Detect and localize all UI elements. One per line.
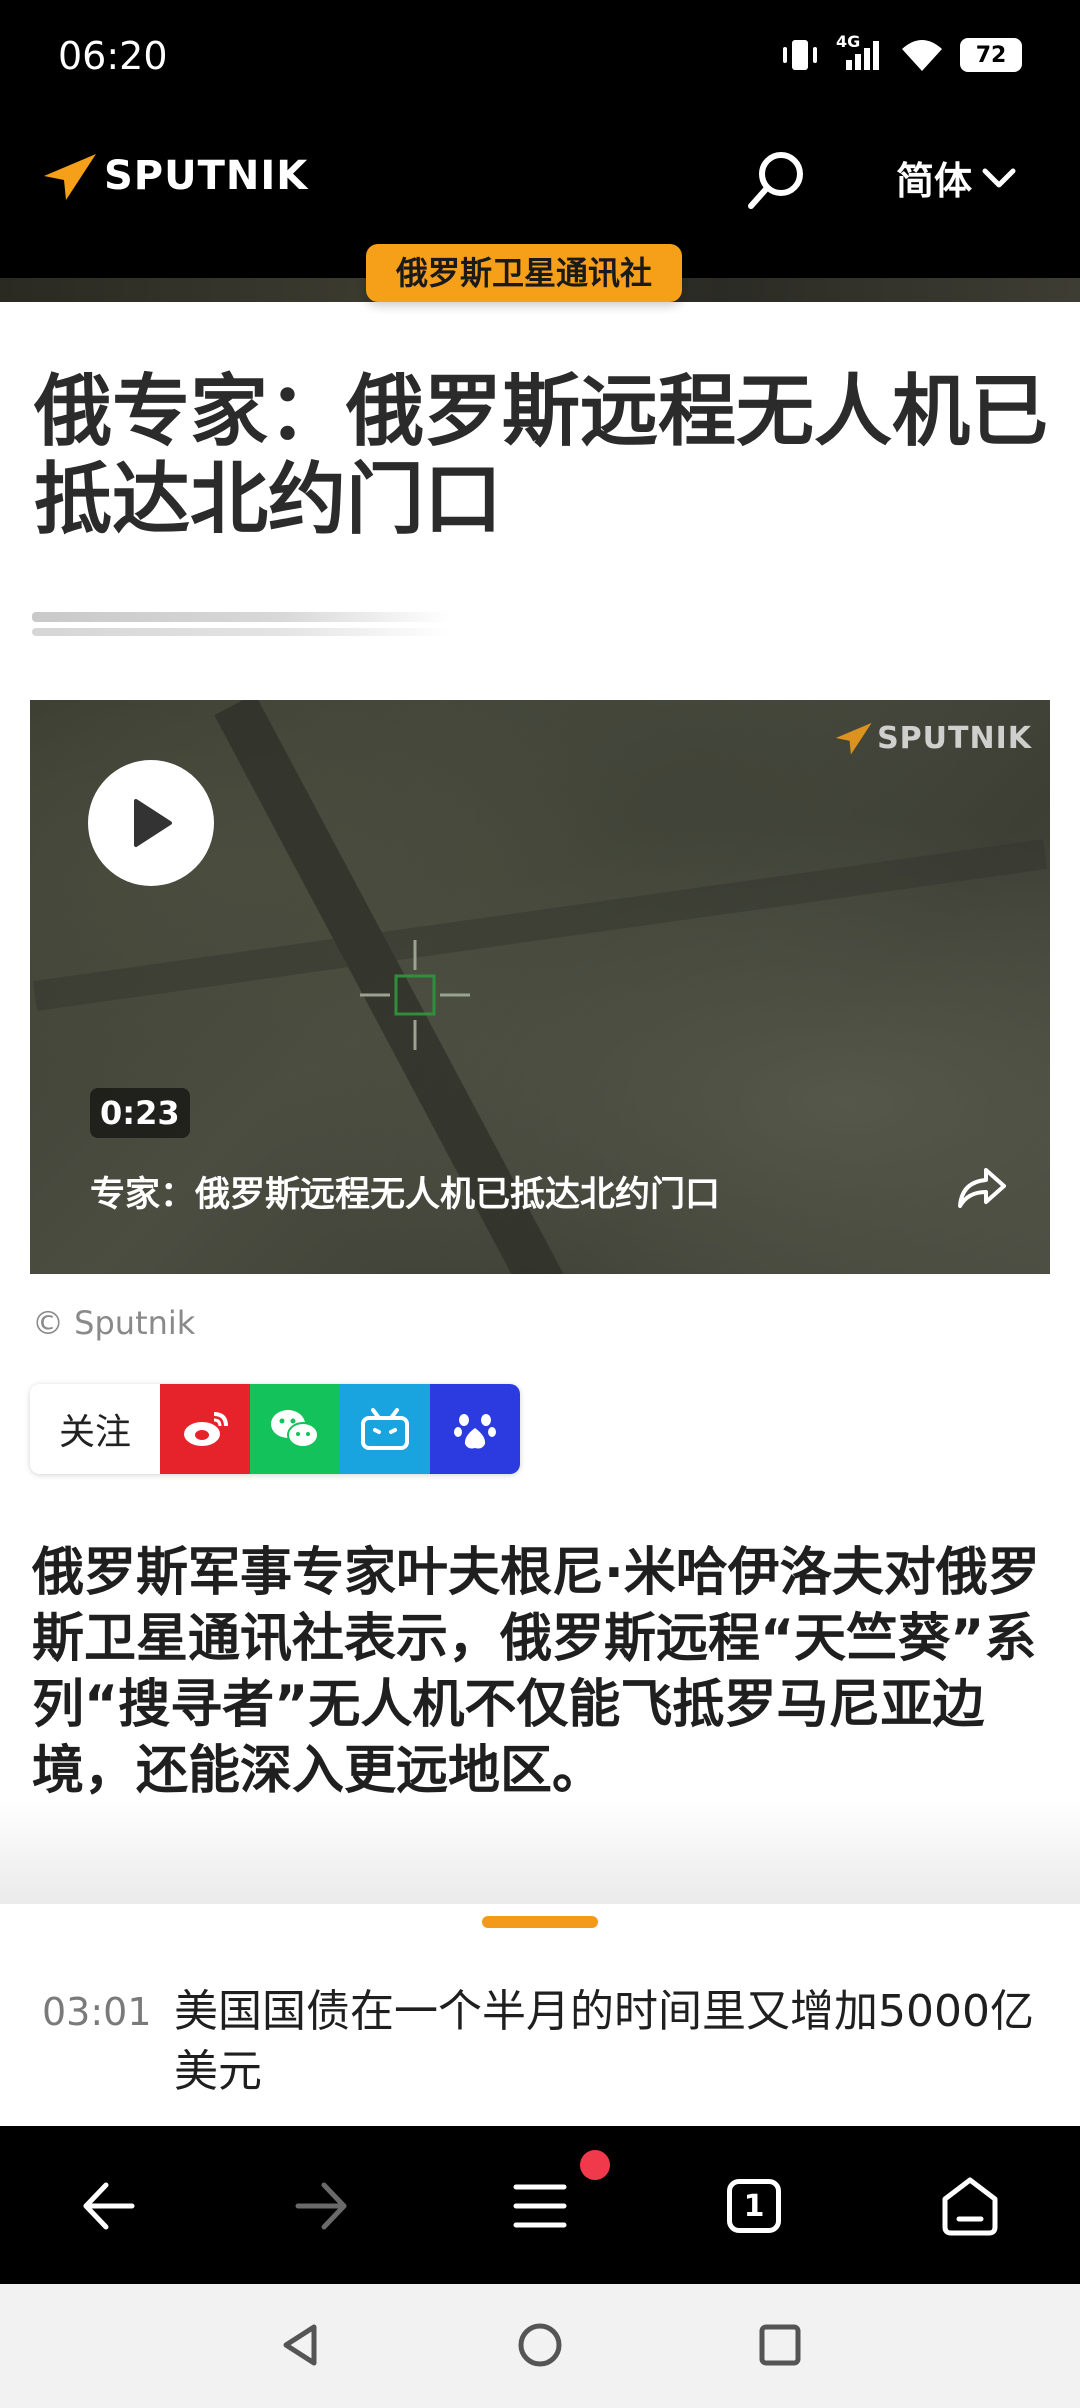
menu-button[interactable] bbox=[500, 2166, 580, 2246]
nav-home-button[interactable] bbox=[505, 2310, 575, 2380]
video-watermark: SPUTNIK bbox=[833, 720, 1032, 756]
video-player[interactable]: SPUTNIK 0:23 专家：俄罗斯远程无人机已抵达北约门口 bbox=[30, 700, 1050, 1274]
wechat-share-button[interactable] bbox=[250, 1384, 340, 1474]
video-caption: 专家：俄罗斯远程无人机已抵达北约门口 bbox=[90, 1175, 721, 1215]
arrow-left-icon bbox=[83, 2182, 135, 2230]
ticker-headline[interactable]: 美国国债在一个半月的时间里又增加5000亿美元 bbox=[174, 1982, 1034, 2102]
nav-back-button[interactable] bbox=[265, 2310, 335, 2380]
article-lead: 俄罗斯军事专家叶夫根尼·米哈伊洛夫对俄罗斯卫星通讯社表示，俄罗斯远程“天竺葵”系… bbox=[32, 1543, 1040, 1801]
tabs-count: 1 bbox=[743, 2188, 765, 2224]
bilibili-icon bbox=[361, 1408, 409, 1450]
language-selector[interactable]: 简体 bbox=[896, 150, 1016, 205]
nav-recents-button[interactable] bbox=[745, 2310, 815, 2380]
tabs-count-icon: 1 bbox=[727, 2179, 781, 2233]
follow-label: 关注 bbox=[30, 1384, 160, 1474]
status-time: 06:20 bbox=[58, 34, 168, 78]
battery-icon: 72 bbox=[960, 38, 1022, 72]
share-icon bbox=[958, 1168, 1006, 1208]
baidu-paw-icon bbox=[454, 1414, 496, 1449]
vibrate-icon bbox=[783, 40, 817, 70]
title-divider bbox=[32, 612, 450, 622]
photo-credit: © Sputnik bbox=[32, 1304, 196, 1342]
home-button[interactable] bbox=[930, 2166, 1010, 2246]
wechat-icon bbox=[271, 1410, 319, 1448]
status-icons: 4G 72 bbox=[780, 32, 1022, 74]
watermark-text: SPUTNIK bbox=[877, 720, 1032, 756]
ticker-time: 03:01 bbox=[42, 1990, 152, 2034]
back-button[interactable] bbox=[68, 2166, 148, 2246]
language-label: 简体 bbox=[896, 159, 973, 203]
play-icon bbox=[134, 799, 172, 847]
bilibili-share-button[interactable] bbox=[340, 1384, 430, 1474]
weibo-icon bbox=[184, 1412, 228, 1446]
arrow-right-icon bbox=[295, 2182, 347, 2230]
forward-button[interactable] bbox=[282, 2166, 362, 2246]
search-button[interactable] bbox=[745, 148, 809, 212]
content-fade bbox=[0, 1800, 1080, 1910]
social-share-bar: 关注 bbox=[30, 1384, 520, 1474]
brand-name: SPUTNIK bbox=[104, 153, 309, 199]
notification-dot bbox=[580, 2150, 610, 2180]
nav-home-icon bbox=[518, 2323, 562, 2367]
search-icon bbox=[748, 152, 803, 209]
play-button[interactable] bbox=[88, 760, 214, 886]
section-badge[interactable]: 俄罗斯卫星通讯社 bbox=[366, 244, 683, 302]
share-button[interactable] bbox=[954, 1162, 1010, 1212]
baidu-share-button[interactable] bbox=[430, 1384, 520, 1474]
nav-recents-icon bbox=[759, 2324, 801, 2366]
signal-icon: 4G bbox=[836, 32, 884, 74]
menu-icon bbox=[513, 2184, 567, 2228]
home-icon bbox=[942, 2177, 998, 2236]
nav-back-icon bbox=[283, 2324, 317, 2366]
sputnik-logo[interactable]: SPUTNIK bbox=[40, 150, 308, 202]
wifi-icon bbox=[902, 40, 942, 71]
crosshair-icon bbox=[360, 940, 470, 1050]
article-title: 俄专家：俄罗斯远程无人机已抵达北约门口 bbox=[34, 367, 1049, 545]
sputnik-wing-icon bbox=[44, 154, 96, 200]
weibo-share-button[interactable] bbox=[160, 1384, 250, 1474]
title-divider-shadow bbox=[32, 628, 450, 636]
video-duration: 0:23 bbox=[90, 1088, 190, 1138]
tabs-button[interactable]: 1 bbox=[714, 2166, 794, 2246]
chevron-down-icon bbox=[982, 168, 1016, 187]
sputnik-wing-icon bbox=[835, 722, 872, 755]
ticker-drag-handle[interactable] bbox=[482, 1916, 598, 1928]
